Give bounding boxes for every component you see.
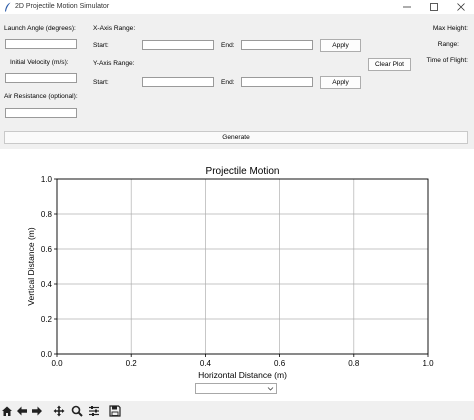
x-tick-label: 0.4 [200, 359, 212, 368]
y-tick-label: 1.0 [41, 175, 53, 184]
maximize-icon [430, 3, 438, 11]
time-of-flight-label: Time of Flight: [426, 57, 468, 64]
plot-frame [56, 178, 429, 355]
y-end-input[interactable] [241, 77, 313, 87]
air-resistance-input[interactable] [5, 108, 77, 118]
max-height-label: Max Height: [432, 25, 468, 32]
plot-canvas[interactable]: 0.0 0.2 0.4 0.6 0.8 1.0 0.0 0.2 0.4 0.6 0.8 1.0 Proj… [0, 149, 474, 401]
launch-angle-label: Launch Angle (degrees): [4, 25, 76, 32]
y-tick-label: 0.8 [41, 210, 53, 219]
y-axis-label: Vertical Distance (m) [26, 227, 36, 306]
feather-icon [5, 2, 11, 12]
projectile-chart: 0.0 0.2 0.4 0.6 0.8 1.0 0.0 0.2 0.4 0.6 0.8 1.0 Proj… [26, 166, 434, 380]
close-button[interactable] [448, 0, 474, 14]
x-apply-button[interactable]: Apply [320, 39, 361, 52]
chevron-down-icon [267, 387, 274, 391]
air-resistance-label: Air Resistance (optional): [4, 93, 78, 100]
generate-button[interactable]: Generate [4, 131, 468, 144]
y-end-label: End: [221, 79, 235, 86]
configure-icon[interactable] [88, 405, 100, 417]
pan-icon[interactable] [53, 405, 65, 417]
x-start-input[interactable] [142, 40, 214, 50]
title-bar[interactable]: 2D Projectile Motion Simulator [0, 0, 474, 14]
y-start-label: Start: [93, 79, 109, 86]
zoom-icon[interactable] [71, 405, 83, 417]
initial-velocity-input[interactable] [5, 73, 77, 83]
x-end-input[interactable] [241, 40, 313, 50]
save-icon[interactable] [109, 405, 121, 417]
x-tick-label: 0.2 [126, 359, 138, 368]
minimize-icon [403, 6, 411, 8]
x-axis-range-heading: X-Axis Range: [93, 25, 136, 32]
window-title: 2D Projectile Motion Simulator [15, 3, 110, 10]
minimize-button[interactable] [394, 0, 420, 14]
x-start-label: Start: [93, 42, 109, 49]
y-tick-label: 0.4 [41, 280, 53, 289]
x-axis-label: Horizontal Distance (m) [198, 370, 287, 380]
y-tick-label: 0.2 [41, 315, 53, 324]
y-start-input[interactable] [142, 77, 214, 87]
launch-angle-input[interactable] [5, 39, 77, 49]
clear-plot-button[interactable]: Clear Plot [368, 58, 411, 71]
plot-toolbar [0, 402, 474, 420]
range-label: Range: [437, 41, 459, 48]
x-tick-label: 1.0 [422, 359, 434, 368]
home-icon[interactable] [1, 405, 13, 417]
back-icon[interactable] [16, 405, 28, 417]
forward-icon[interactable] [31, 405, 43, 417]
trajectory-select-value [196, 393, 198, 399]
x-tick-label: 0.0 [51, 359, 63, 368]
x-tick-label: 0.8 [348, 359, 360, 368]
close-icon [457, 3, 465, 11]
trajectory-select[interactable] [195, 383, 277, 394]
y-tick-label: 0.0 [41, 350, 53, 359]
y-axis-range-heading: Y-Axis Range: [93, 60, 135, 67]
maximize-button[interactable] [421, 0, 447, 14]
x-end-label: End: [221, 42, 235, 49]
y-apply-button[interactable]: Apply [320, 76, 361, 89]
initial-velocity-label: Initial Velocity (m/s): [10, 59, 69, 66]
y-tick-label: 0.6 [41, 245, 53, 254]
x-tick-label: 0.6 [274, 359, 286, 368]
chart-title: Projectile Motion [206, 166, 280, 177]
